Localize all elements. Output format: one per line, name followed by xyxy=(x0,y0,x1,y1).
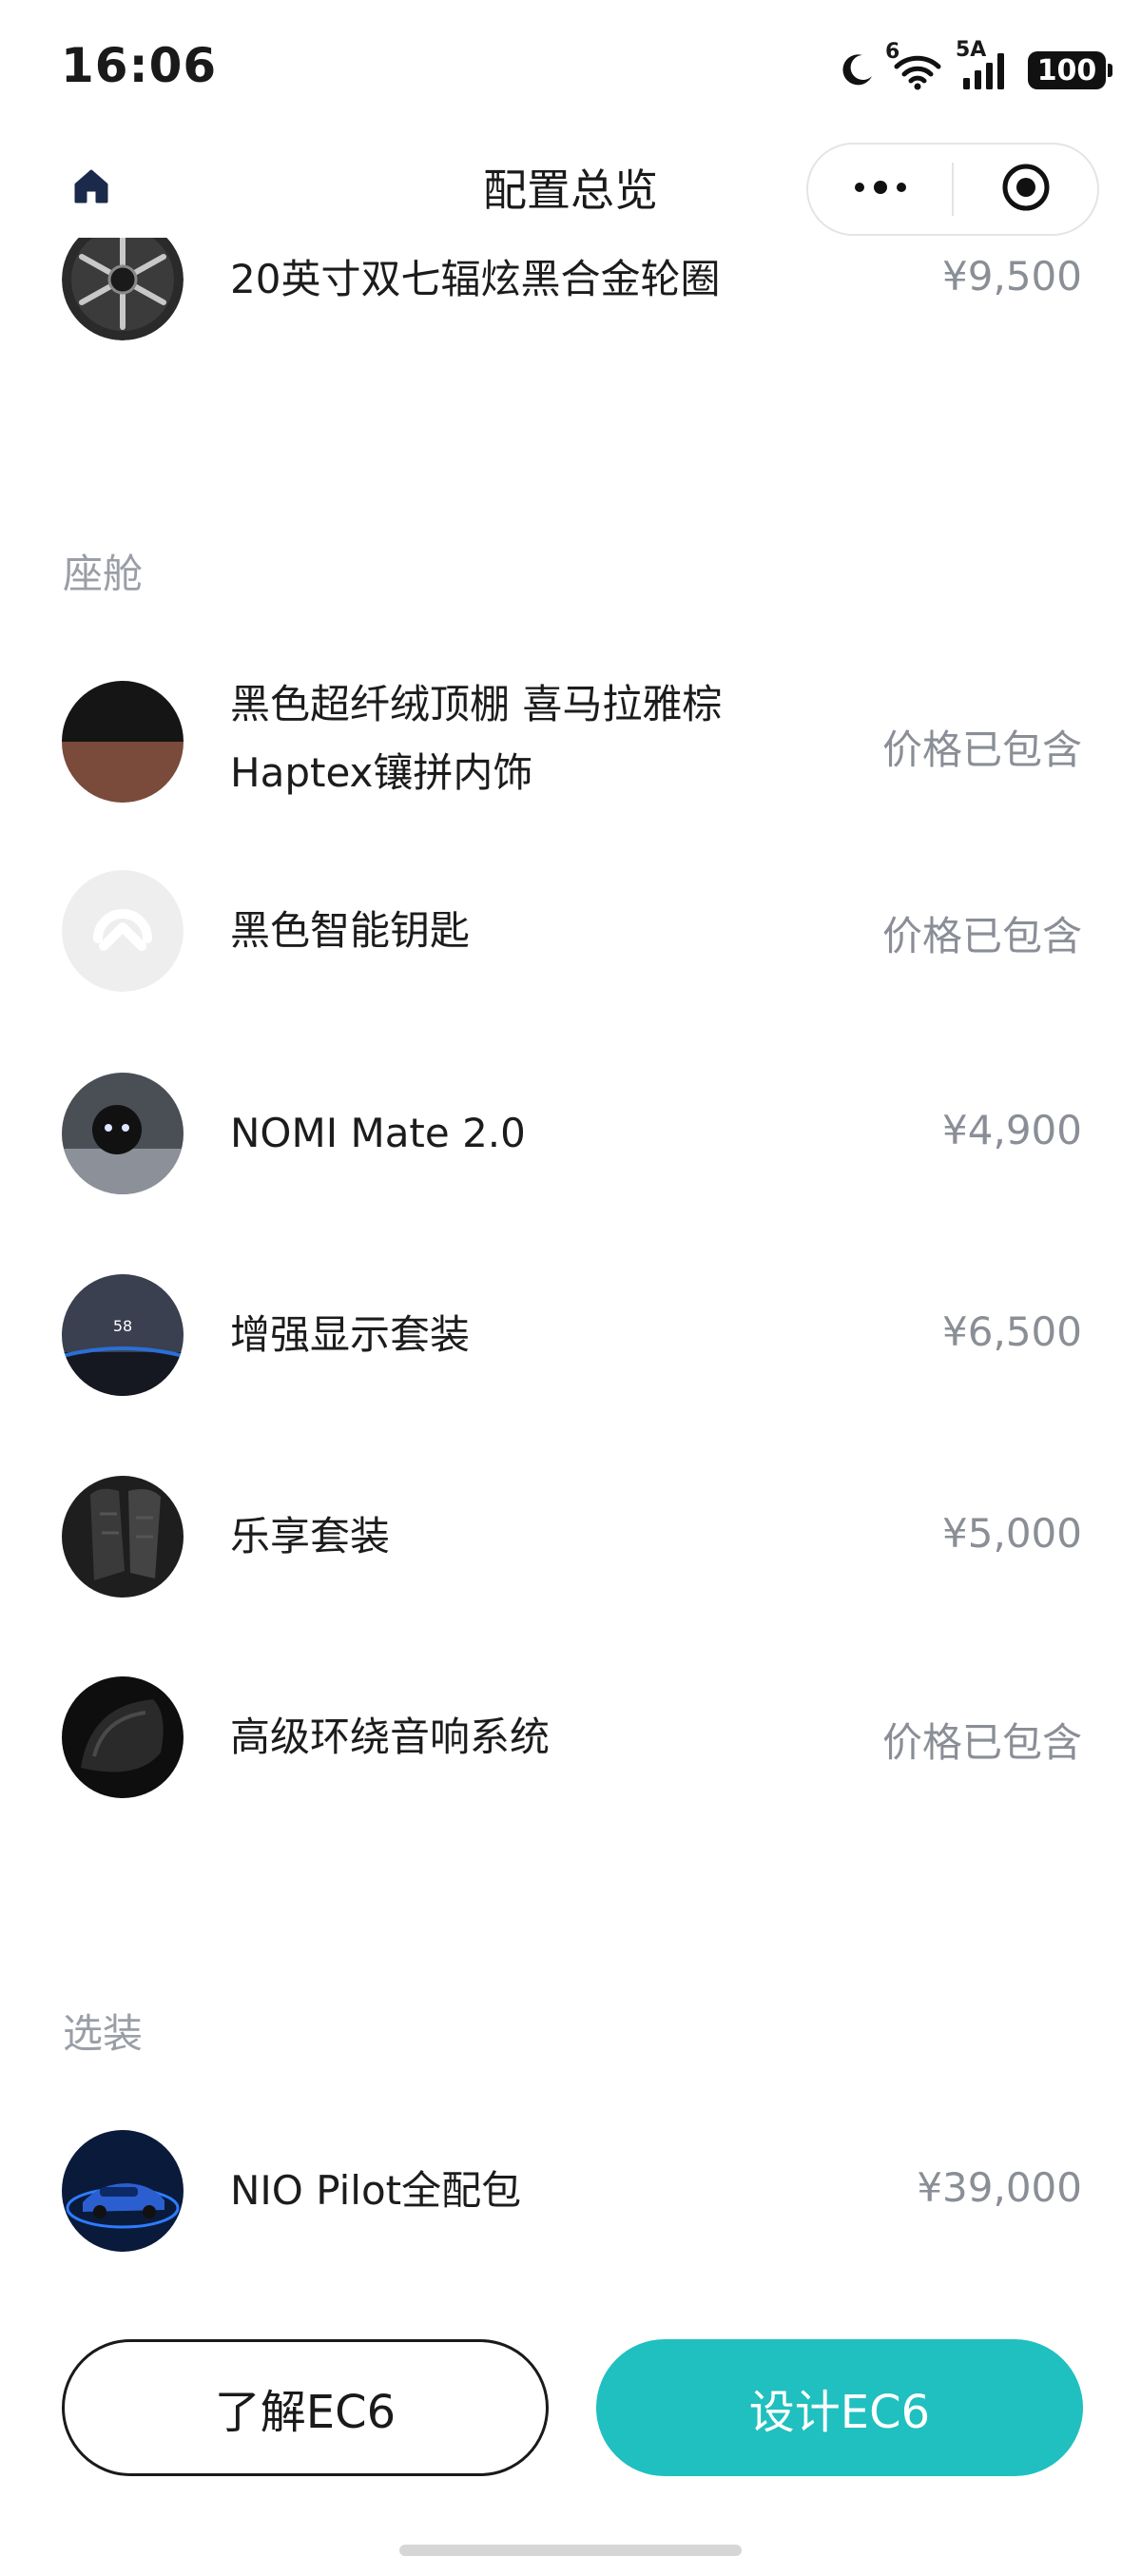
item-price: ¥4,900 xyxy=(942,1107,1082,1153)
seat-package-thumb xyxy=(62,1476,184,1598)
target-close-icon xyxy=(999,161,1053,218)
item-price: ¥5,000 xyxy=(942,1510,1082,1557)
home-indicator[interactable] xyxy=(399,2545,742,2556)
close-button[interactable] xyxy=(954,145,1097,234)
item-name: 乐享套装 xyxy=(230,1513,391,1559)
item-name: NIO Pilot全配包 xyxy=(230,2167,522,2214)
wifi-icon: 6 xyxy=(885,40,944,91)
item-price: ¥9,500 xyxy=(942,253,1082,300)
nomi-thumb xyxy=(62,1073,184,1194)
item-name: 增强显示套装 xyxy=(230,1311,471,1358)
bottom-action-bar: 了解EC6 设计EC6 xyxy=(0,2301,1141,2576)
list-item-seat-package: 乐享套装 ¥5,000 xyxy=(0,1476,1141,1618)
design-ec6-button[interactable]: 设计EC6 xyxy=(596,2339,1083,2476)
list-item-nomi: NOMI Mate 2.0 ¥4,900 xyxy=(0,1073,1141,1215)
status-time: 16:06 xyxy=(61,38,218,93)
wifi-label: 6 xyxy=(885,40,900,64)
smart-key-thumb xyxy=(62,870,184,992)
section-title-cabin: 座舱 xyxy=(63,551,144,597)
network-label: 5A xyxy=(956,38,987,62)
nio-pilot-thumb xyxy=(62,2130,184,2252)
mini-program-capsule xyxy=(806,143,1099,236)
item-name: NOMI Mate 2.0 xyxy=(230,1110,526,1156)
item-name-line2: Haptex镶拼内饰 xyxy=(230,749,533,796)
item-name-line1: 黑色超纤绒顶棚 喜马拉雅棕 xyxy=(230,681,723,727)
hud-speed-text: 58 xyxy=(113,1317,132,1335)
moon-icon xyxy=(838,51,876,89)
item-name: 20英寸双七辐炫黑合金轮圈 xyxy=(230,256,721,302)
battery-level: 100 xyxy=(1028,51,1106,89)
item-price: ¥6,500 xyxy=(942,1308,1082,1355)
item-price: 价格已包含 xyxy=(881,913,1082,959)
list-item-interior: 黑色超纤绒顶棚 喜马拉雅棕 Haptex镶拼内饰 价格已包含 xyxy=(0,670,1141,813)
section-title-options: 选装 xyxy=(63,2010,144,2057)
speaker-thumb xyxy=(62,1676,184,1798)
battery-icon: 100 xyxy=(1028,51,1112,89)
item-name: 高级环绕音响系统 xyxy=(230,1714,551,1760)
list-item-hud: 58 增强显示套装 ¥6,500 xyxy=(0,1274,1141,1417)
more-button[interactable] xyxy=(808,145,952,234)
item-price: 价格已包含 xyxy=(881,1719,1082,1766)
nav-bar: 配置总览 xyxy=(0,133,1141,238)
item-name: 黑色超纤绒顶棚 喜马拉雅棕 Haptex镶拼内饰 xyxy=(230,670,801,807)
list-item-wheel: 20英寸双七辐炫黑合金轮圈 ¥9,500 xyxy=(0,238,1141,352)
status-bar: 16:06 6 5A 100 xyxy=(0,0,1141,133)
item-name: 黑色智能钥匙 xyxy=(230,907,471,954)
interior-trim-thumb xyxy=(62,681,184,803)
cellular-icon: 5A xyxy=(956,38,1013,91)
list-item-speaker: 高级环绕音响系统 价格已包含 xyxy=(0,1676,1141,1819)
list-item-smart-key: 黑色智能钥匙 价格已包含 xyxy=(0,870,1141,1013)
list-item-nio-pilot: NIO Pilot全配包 ¥39,000 xyxy=(0,2130,1141,2273)
item-price: ¥39,000 xyxy=(917,2164,1082,2211)
wheel-thumb xyxy=(62,238,184,340)
config-list[interactable]: 20英寸双七辐炫黑合金轮圈 ¥9,500 座舱 黑色超纤绒顶棚 喜马拉雅棕 Ha… xyxy=(0,238,1141,2301)
more-dots-icon xyxy=(852,180,909,199)
item-price: 价格已包含 xyxy=(881,726,1082,773)
learn-ec6-button[interactable]: 了解EC6 xyxy=(62,2339,549,2476)
hud-display-thumb: 58 xyxy=(62,1274,184,1396)
status-icons: 6 5A 100 xyxy=(838,38,1112,99)
